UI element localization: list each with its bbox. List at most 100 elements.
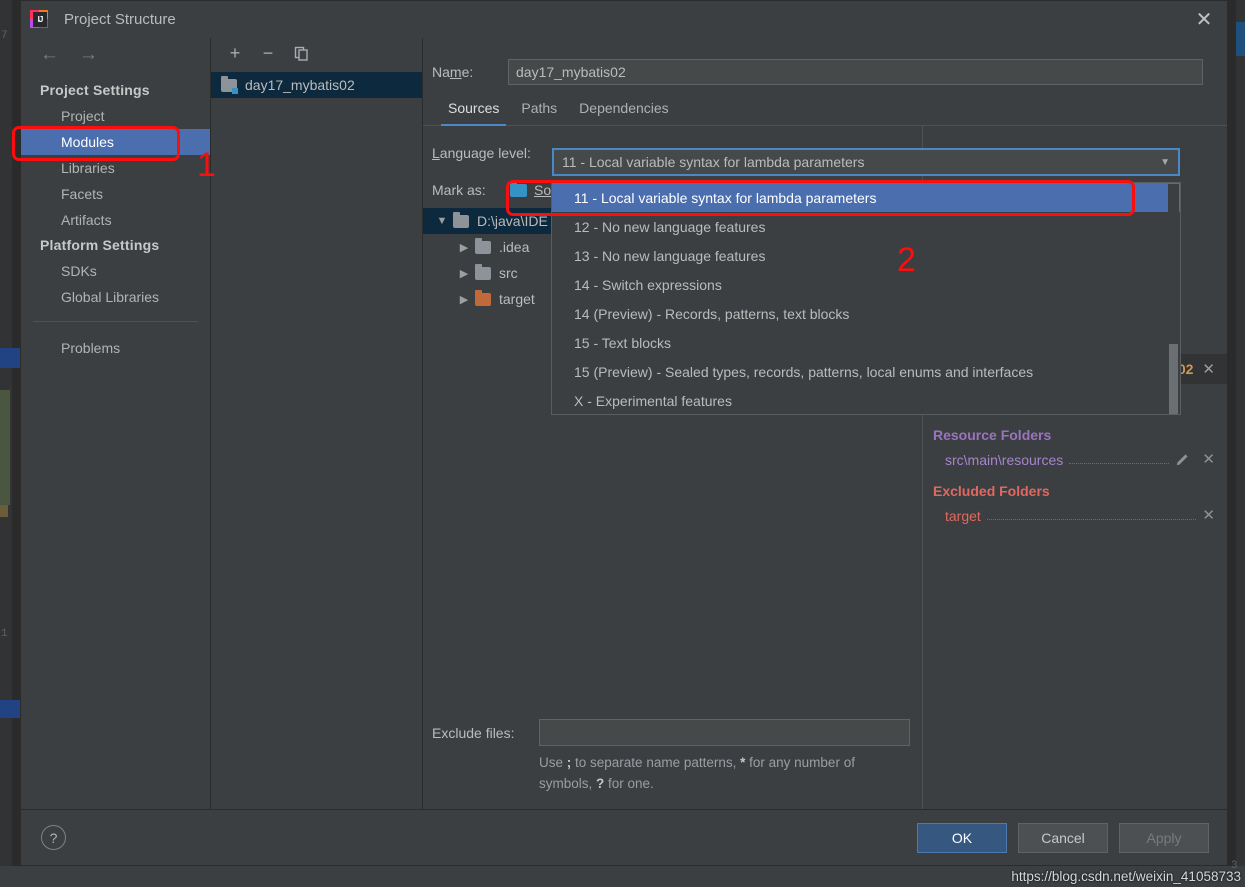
tab-sources[interactable]: Sources [437,100,510,126]
sidebar-item-libraries[interactable]: Libraries [21,155,210,181]
dropdown-scrollbar-thumb[interactable] [1169,344,1178,414]
dotted-leader [1069,452,1170,464]
module-tabs: Sources Paths Dependencies [423,90,1227,126]
dropdown-scrollbar[interactable] [1168,184,1179,414]
tree-row-label: D:\java\IDE [477,213,548,229]
close-icon[interactable]: ✕ [1202,508,1215,523]
language-level-value: 11 - Local variable syntax for lambda pa… [562,154,865,170]
dotted-leader [986,508,1197,520]
background-line-number: 7 [1,30,8,42]
background-highlight-tan [0,505,8,517]
sidebar-list: Project Settings Project Modules Librari… [21,71,210,361]
module-list-pane: + − day17_mybatis02 [211,38,423,809]
background-right-column [1236,0,1245,887]
module-toolbar: + − [211,38,422,68]
hint-part: for one. [604,776,654,792]
arrow-left-icon[interactable]: ← [40,45,59,64]
apply-button[interactable]: Apply [1119,822,1209,853]
group-resource-folders: Resource Folders [933,427,1052,443]
sidebar-item-modules[interactable]: Modules [21,129,210,155]
tree-row-label: src [499,265,518,281]
watermark: https://blog.csdn.net/weixin_41058733 [1011,869,1241,884]
exclude-files-input[interactable] [539,719,910,747]
folder-icon [475,237,491,254]
close-icon[interactable]: ✕ [1202,452,1215,467]
background-line-number: 1 [1,628,8,640]
chevron-right-icon[interactable]: ▶ [453,293,475,306]
settings-sidebar: ← → Project Settings Project Modules Lib… [21,38,211,809]
cancel-button[interactable]: Cancel [1018,822,1108,853]
chevron-down-icon[interactable]: ▼ [431,215,453,227]
dropdown-item-15[interactable]: 15 - Text blocks [552,328,1180,357]
intellij-idea-logo-icon: IJ [30,9,50,30]
tree-row-label: .idea [499,239,530,255]
sidebar-item-artifacts[interactable]: Artifacts [21,207,210,233]
dropdown-item-x[interactable]: X - Experimental features [552,386,1180,414]
chevron-down-icon[interactable]: ▼ [1160,157,1170,168]
dialog-action-buttons: OK Cancel Apply [917,822,1209,853]
arrow-right-icon[interactable]: → [79,45,98,64]
sidebar-item-facets[interactable]: Facets [21,181,210,207]
module-name-input[interactable] [508,59,1203,85]
exclude-files-label: Exclude files: [432,724,515,741]
dialog-footer: ? OK Cancel Apply [21,809,1227,865]
background-right-strip [1228,0,1236,887]
folder-path: target [945,507,981,524]
chevron-right-icon[interactable]: ▶ [453,241,475,254]
dropdown-item-13[interactable]: 13 - No new language features [552,241,1180,270]
exclude-files-row: Exclude files: [432,719,910,747]
mark-as-label: Mark as: [432,182,486,198]
pencil-icon[interactable] [1175,453,1189,467]
dropdown-item-14[interactable]: 14 - Switch expressions [552,270,1180,299]
group-excluded-folders: Excluded Folders [933,483,1050,499]
ok-button[interactable]: OK [917,822,1007,853]
help-button[interactable]: ? [41,825,66,850]
dropdown-item-12[interactable]: 12 - No new language features [552,212,1180,241]
minus-icon[interactable]: − [258,43,278,63]
dropdown-item-11[interactable]: 11 - Local variable syntax for lambda pa… [552,183,1180,212]
language-level-label: Language level: [432,145,531,161]
tab-paths[interactable]: Paths [510,100,568,125]
folder-path: src\main\resources [945,451,1064,468]
folder-icon [475,263,491,280]
close-icon[interactable]: ✕ [1181,1,1227,38]
plus-icon[interactable]: + [225,43,245,63]
dropdown-item-15-preview[interactable]: 15 (Preview) - Sealed types, records, pa… [552,357,1180,386]
chevron-right-icon[interactable]: ▶ [453,267,475,280]
hint-part: Use [539,755,567,771]
sidebar-group-platform-settings: Platform Settings [40,237,160,253]
folder-icon [453,211,469,228]
module-folder-icon [221,75,238,94]
folder-icon-excluded [475,289,491,306]
sidebar-item-project[interactable]: Project [21,103,210,129]
sidebar-group-project-settings: Project Settings [40,82,150,98]
dialog-titlebar: IJ Project Structure ✕ [21,1,1227,38]
folder-row-resources[interactable]: src\main\resources ✕ [923,446,1227,473]
module-name-row: Name: [423,38,1227,90]
language-level-dropdown[interactable]: 11 - Local variable syntax for lambda pa… [551,182,1181,415]
tree-row-label: target [499,291,535,307]
language-level-combobox[interactable]: 11 - Local variable syntax for lambda pa… [552,148,1180,176]
folder-row-excluded[interactable]: target ✕ [923,502,1227,529]
close-icon[interactable]: ✕ [1202,362,1215,377]
module-items: day17_mybatis02 [211,68,422,98]
dropdown-item-14-preview[interactable]: 14 (Preview) - Records, patterns, text b… [552,299,1180,328]
background-highlight-green [0,390,10,505]
background-right-selection [1236,22,1245,56]
background-selection-2 [0,700,22,718]
module-item-label: day17_mybatis02 [245,77,355,93]
exclude-files-block: Exclude files: Use ; to separate name pa… [423,719,922,809]
dialog-title: Project Structure [64,11,176,28]
copy-icon[interactable] [291,43,311,63]
tab-dependencies[interactable]: Dependencies [568,100,680,125]
hint-part: to separate name patterns, [571,755,741,771]
project-structure-dialog: IJ Project Structure ✕ ← → Project Setti… [20,0,1228,866]
module-item-day17-mybatis02[interactable]: day17_mybatis02 [211,72,422,98]
sidebar-item-sdks[interactable]: SDKs [21,258,210,284]
sidebar-item-global-libraries[interactable]: Global Libraries [21,284,210,310]
sidebar-navigation: ← → [21,38,210,71]
sources-folder-icon [510,180,527,197]
module-name-label: Name: [432,64,474,80]
background-selection-1 [0,348,22,368]
sidebar-item-problems[interactable]: Problems [21,335,210,361]
